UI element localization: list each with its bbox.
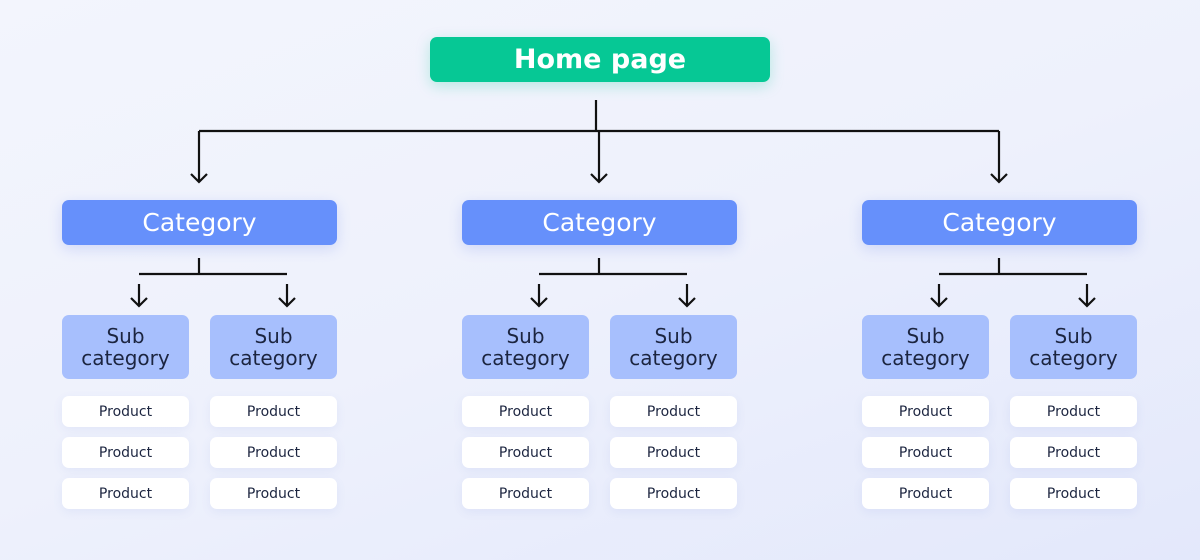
subcategory-node: Sub category: [862, 315, 989, 379]
root-connector: [199, 100, 999, 133]
product-node: Product: [610, 396, 737, 427]
arrow-down-icon: [190, 160, 208, 184]
product-node: Product: [462, 478, 589, 509]
subcategory-connector: [139, 258, 287, 276]
product-node: Product: [210, 396, 337, 427]
category-node: Category: [462, 200, 737, 245]
product-node: Product: [462, 437, 589, 468]
product-node: Product: [862, 478, 989, 509]
product-node: Product: [1010, 478, 1137, 509]
product-node: Product: [610, 437, 737, 468]
product-node: Product: [610, 478, 737, 509]
subcategory-node: Sub category: [1010, 315, 1137, 379]
connector-lines: [130, 100, 1096, 308]
product-node: Product: [62, 437, 189, 468]
arrow-down-icon: [130, 284, 148, 308]
subcategory-node: Sub category: [462, 315, 589, 379]
arrow-down-icon: [930, 284, 948, 308]
product-node: Product: [210, 437, 337, 468]
product-node: Product: [862, 396, 989, 427]
product-node: Product: [1010, 437, 1137, 468]
product-node: Product: [1010, 396, 1137, 427]
arrow-down-icon: [1078, 284, 1096, 308]
product-node: Product: [62, 478, 189, 509]
arrow-down-icon: [590, 160, 608, 184]
product-node: Product: [62, 396, 189, 427]
product-node: Product: [462, 396, 589, 427]
category-node: Category: [862, 200, 1137, 245]
arrow-down-icon: [678, 284, 696, 308]
arrow-down-icon: [278, 284, 296, 308]
category-node: Category: [62, 200, 337, 245]
subcategory-node: Sub category: [62, 315, 189, 379]
arrow-down-icon: [530, 284, 548, 308]
arrow-down-icon: [990, 160, 1008, 184]
subcategory-connector: [539, 258, 687, 276]
product-node: Product: [862, 437, 989, 468]
product-node: Product: [210, 478, 337, 509]
subcategory-node: Sub category: [610, 315, 737, 379]
subcategory-node: Sub category: [210, 315, 337, 379]
subcategory-connector: [939, 258, 1087, 276]
